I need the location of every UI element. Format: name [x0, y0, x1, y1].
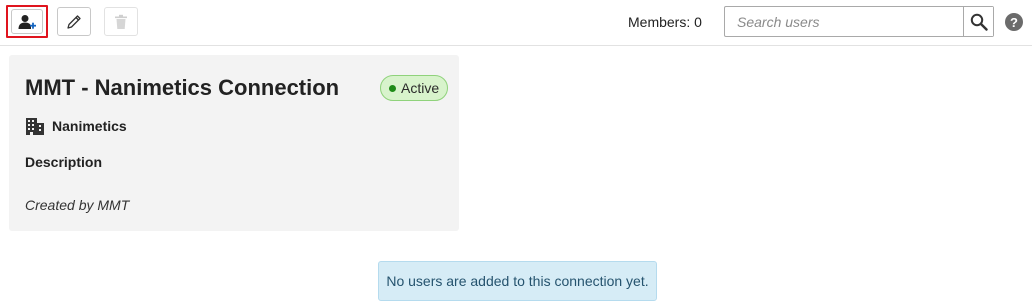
delete-button[interactable]	[104, 7, 138, 36]
status-dot-icon	[389, 84, 396, 92]
organization-name: Nanimetics	[52, 118, 127, 134]
search-box	[724, 6, 994, 37]
members-count: Members: 0	[628, 14, 702, 30]
search-button[interactable]	[963, 7, 993, 36]
add-user-button[interactable]	[6, 5, 48, 38]
empty-state-message: No users are added to this connection ye…	[378, 261, 657, 301]
connection-title: MMT - Nanimetics Connection	[25, 75, 340, 100]
created-by: Created by MMT	[25, 197, 130, 213]
connection-card: MMT - Nanimetics Connection Active Nanim…	[9, 55, 459, 231]
add-user-icon	[18, 14, 36, 29]
edit-button[interactable]	[57, 7, 91, 36]
search-icon	[970, 13, 988, 31]
toolbar: Members: 0 ?	[0, 0, 1032, 46]
search-input[interactable]	[725, 7, 963, 36]
building-icon	[25, 117, 45, 135]
pencil-icon	[67, 14, 81, 29]
description-label: Description	[25, 154, 103, 170]
organization: Nanimetics	[25, 117, 127, 135]
status-badge: Active	[380, 75, 449, 101]
help-icon[interactable]: ?	[1005, 13, 1023, 31]
status-label: Active	[401, 80, 440, 96]
trash-icon	[115, 14, 127, 29]
